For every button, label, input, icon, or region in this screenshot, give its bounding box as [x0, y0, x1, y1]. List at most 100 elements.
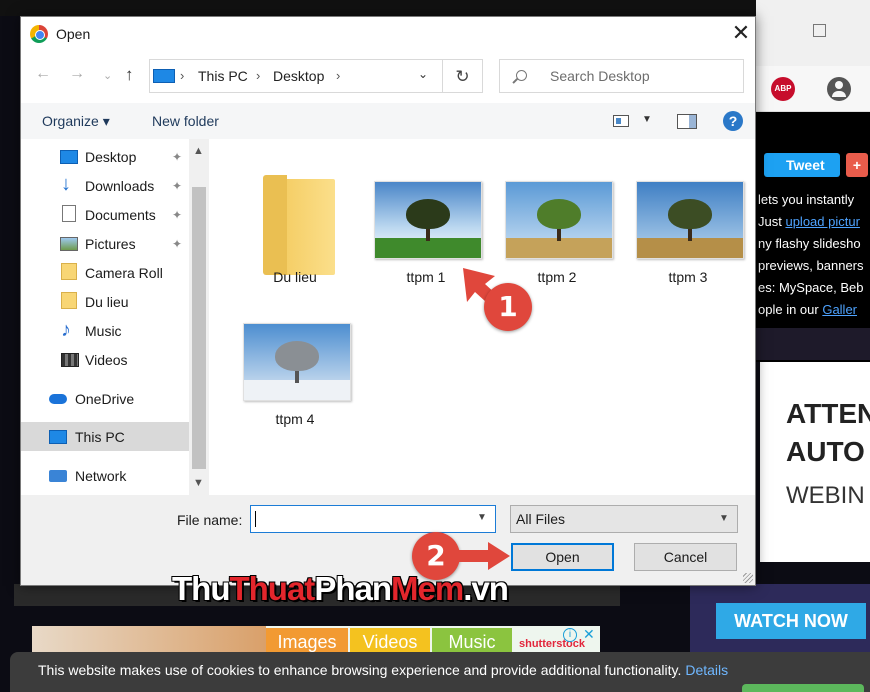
breadcrumb-separator[interactable]: › — [336, 68, 340, 83]
page-banner-strip — [756, 328, 870, 360]
music-icon — [61, 319, 79, 342]
nav-item-label: Camera Roll — [85, 265, 163, 281]
ad-close-icon[interactable]: ✕ — [583, 626, 595, 643]
cancel-button[interactable]: Cancel — [634, 543, 737, 571]
ad-info-icon[interactable]: i — [563, 628, 577, 642]
nav-item-label: Music — [85, 323, 122, 339]
new-folder-button[interactable]: New folder — [152, 113, 219, 129]
file-item-ttpm-4[interactable]: ttpm 4 — [231, 281, 359, 427]
video-icon — [61, 353, 79, 367]
search-icon — [516, 70, 527, 81]
desktop-icon — [60, 150, 78, 164]
nav-item-label: OneDrive — [75, 391, 135, 407]
account-icon[interactable] — [827, 77, 851, 101]
file-item-ttpm-1[interactable]: ttpm 1 — [362, 139, 490, 285]
folder-icon — [263, 175, 335, 275]
file-name: ttpm 3 — [668, 269, 708, 285]
gallery-link[interactable]: Galler — [822, 302, 857, 317]
view-options-icon[interactable] — [613, 115, 629, 127]
search-box[interactable]: Search Desktop — [499, 59, 744, 93]
browser-top-strip — [0, 0, 870, 16]
close-icon[interactable]: ✕ — [727, 19, 755, 47]
nav-item-documents[interactable]: Documents ✦ — [21, 200, 189, 229]
nav-item-label: This PC — [75, 429, 125, 445]
file-item-du-lieu[interactable]: Du lieu — [231, 139, 359, 285]
nav-item-this-pc[interactable]: This PC — [21, 422, 189, 451]
nav-item-camera-roll[interactable]: Camera Roll — [21, 258, 189, 287]
watch-now-button[interactable]: WATCH NOW — [716, 603, 866, 639]
pin-icon: ✦ — [172, 237, 183, 251]
maximize-icon[interactable] — [813, 24, 826, 37]
breadcrumb-desktop[interactable]: Desktop — [273, 68, 324, 84]
chevron-down-icon[interactable]: ▼ — [477, 512, 487, 523]
page-text-line: lets you instantly — [758, 192, 855, 207]
chevron-down-icon[interactable]: ⌄ — [418, 67, 428, 81]
nav-item-label: Du lieu — [85, 294, 129, 310]
view-dropdown-icon[interactable]: ▼ — [642, 114, 652, 125]
address-bar[interactable]: › This PC › Desktop › ⌄ — [149, 59, 443, 93]
shutterstock-logo: shutterstock — [519, 638, 586, 650]
command-bar: Organize ▾ New folder ▼ ? — [21, 103, 755, 139]
nav-item-music[interactable]: Music — [21, 316, 189, 345]
page-text-line: ople in our Galler — [758, 302, 858, 317]
nav-item-label: Videos — [85, 352, 128, 368]
this-pc-icon — [153, 69, 175, 83]
preview-pane-icon[interactable] — [677, 114, 697, 129]
refresh-icon[interactable]: ↻ — [443, 59, 483, 93]
nav-item-label: Network — [75, 468, 127, 484]
folder-icon — [61, 292, 77, 309]
scroll-up-icon[interactable]: ▲ — [193, 145, 204, 157]
breadcrumb-this-pc[interactable]: This PC — [198, 68, 248, 84]
file-type-select[interactable]: All Files ▼ — [510, 505, 738, 533]
chevron-down-icon[interactable]: ▼ — [719, 513, 729, 524]
text-caret — [255, 511, 256, 527]
upload-picture-link[interactable]: upload pictur — [785, 214, 859, 229]
tweet-button[interactable]: Tweet — [764, 153, 840, 177]
nav-item-desktop[interactable]: Desktop ✦ — [21, 142, 189, 171]
file-item-ttpm-3[interactable]: ttpm 3 — [624, 139, 752, 285]
file-type-value: All Files — [516, 511, 566, 527]
nav-item-du-lieu[interactable]: Du lieu — [21, 287, 189, 316]
nav-item-label: Pictures — [85, 236, 136, 252]
file-name-label: File name: — [177, 512, 243, 528]
cookie-banner-text: This website makes use of cookies to enh… — [38, 662, 729, 678]
file-name-input[interactable]: ▼ — [250, 505, 496, 533]
pin-icon: ✦ — [172, 179, 183, 193]
image-thumbnail — [374, 181, 482, 259]
nav-item-onedrive[interactable]: OneDrive — [21, 384, 189, 413]
open-file-dialog: Open ✕ ← → ⌄ ↑ › This PC › Desktop › ⌄ ↻… — [20, 16, 756, 586]
nav-item-network[interactable]: Network — [21, 461, 189, 490]
pin-icon: ✦ — [172, 208, 183, 222]
breadcrumb-separator[interactable]: › — [256, 68, 260, 83]
open-button[interactable]: Open — [511, 543, 614, 571]
adblock-icon[interactable]: ABP — [771, 77, 795, 101]
help-icon[interactable]: ? — [723, 111, 743, 131]
back-icon[interactable]: ← — [35, 65, 51, 83]
watermark-logo: ThuThuatPhanMem.vn — [172, 570, 509, 607]
file-item-ttpm-2[interactable]: ttpm 2 — [493, 139, 621, 285]
cloud-icon — [49, 394, 67, 404]
tweet-label: Tweet — [786, 157, 825, 173]
ad-headline-2: AUTO — [786, 436, 865, 467]
nav-item-downloads[interactable]: Downloads ✦ — [21, 171, 189, 200]
cookie-details-link[interactable]: Details — [685, 662, 728, 678]
nav-item-pictures[interactable]: Pictures ✦ — [21, 229, 189, 258]
scroll-down-icon[interactable]: ▼ — [193, 477, 204, 489]
ad-subline: WEBIN — [786, 482, 865, 509]
nav-item-label: Downloads — [85, 178, 155, 194]
up-arrow-icon[interactable]: ↑ — [125, 65, 134, 85]
nav-item-label: Documents — [85, 207, 156, 223]
dialog-titlebar[interactable]: Open ✕ — [21, 17, 755, 51]
nav-item-label: Desktop — [85, 149, 137, 165]
page-text-line: previews, banners — [758, 258, 864, 273]
organize-button[interactable]: Organize ▾ — [42, 113, 110, 130]
image-thumbnail — [505, 181, 613, 259]
forward-icon[interactable]: → — [69, 65, 85, 83]
nav-scrollbar-thumb[interactable] — [192, 187, 206, 469]
share-plus-button[interactable]: + — [846, 153, 868, 177]
breadcrumb-separator: › — [180, 68, 185, 83]
recent-locations-icon[interactable]: ⌄ — [103, 69, 112, 82]
resize-grip[interactable] — [743, 573, 753, 583]
cookie-accept-button[interactable] — [742, 684, 864, 692]
nav-item-videos[interactable]: Videos — [21, 345, 189, 374]
